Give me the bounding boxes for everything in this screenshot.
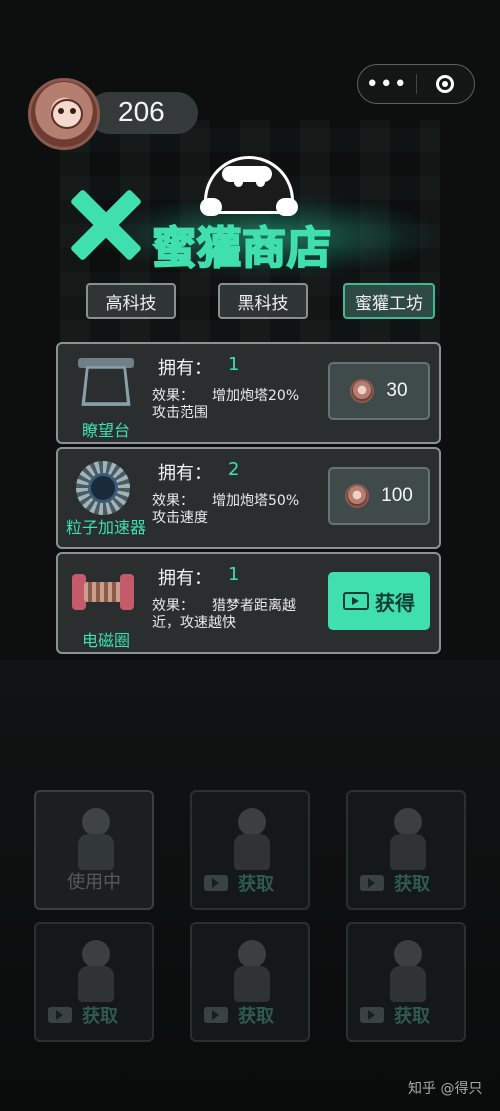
character-status: 获取	[82, 1006, 118, 1027]
effect-line-2: 攻击范围	[152, 405, 208, 421]
shop-item-card: 粒子加速器 拥有： 2 效果： 增加炮塔50% 攻击速度 100	[56, 447, 441, 549]
character-get: 获取	[204, 1002, 274, 1028]
effect-label: 效果：	[152, 388, 194, 404]
shop-item-card: 电磁圈 拥有： 1 效果： 猎梦者距离越 近，攻速越快 获得	[56, 552, 441, 654]
owned-label: 拥有：	[158, 568, 212, 589]
character-status: 获取	[394, 874, 430, 895]
effect-line-2: 近，攻速越快	[152, 615, 236, 631]
character-figure-icon	[230, 940, 274, 1004]
close-shop-button[interactable]	[68, 186, 144, 262]
character-get: 获取	[204, 870, 274, 896]
effect-line-2: 攻击速度	[152, 510, 208, 526]
tab-high-tech[interactable]: 高科技	[86, 283, 176, 319]
watermark: 知乎 @得只	[408, 1081, 483, 1097]
video-icon	[204, 875, 228, 891]
coin-icon	[350, 379, 375, 403]
video-icon	[360, 1007, 384, 1023]
owned-count: 1	[228, 564, 240, 585]
character-figure-icon	[230, 808, 274, 872]
badger-coin-icon	[28, 78, 100, 150]
character-status: 获取	[238, 1006, 274, 1027]
item-effect: 效果： 增加炮塔20% 攻击范围	[152, 388, 322, 422]
owned-label: 拥有：	[158, 463, 212, 484]
effect-label: 效果：	[152, 493, 194, 509]
character-figure-icon	[74, 808, 118, 872]
watch-ad-get-button[interactable]: 获得	[328, 572, 430, 630]
character-cell: 获取	[346, 922, 466, 1042]
miniprogram-capsule: •••	[357, 64, 475, 104]
character-cell: 获取	[34, 922, 154, 1042]
video-icon	[48, 1007, 72, 1023]
effect-line-1: 增加炮塔20%	[212, 388, 300, 404]
shop-item-card: 瞭望台 拥有： 1 效果： 增加炮塔20% 攻击范围 30	[56, 342, 441, 444]
item-effect: 效果： 猎梦者距离越 近，攻速越快	[152, 598, 322, 632]
character-get: 获取	[360, 1002, 430, 1028]
item-effect: 效果： 增加炮塔50% 攻击速度	[152, 493, 322, 527]
character-figure-icon	[74, 940, 118, 1004]
buy-button[interactable]: 100	[328, 467, 430, 525]
video-icon	[360, 875, 384, 891]
character-figure-icon	[386, 940, 430, 1004]
coin-icon	[345, 484, 370, 508]
electromagnetic-coil-icon	[72, 574, 134, 610]
item-name: 粒子加速器	[66, 518, 147, 537]
more-menu-button[interactable]: •••	[358, 72, 416, 97]
effect-line-1: 猎梦者距离越	[212, 598, 296, 614]
price: 30	[386, 380, 408, 401]
owned-count: 1	[228, 354, 240, 375]
target-close-icon	[436, 75, 455, 93]
price: 100	[381, 485, 413, 506]
character-get: 获取	[48, 1002, 118, 1028]
coin-count: 206	[118, 96, 165, 127]
tab-black-tech[interactable]: 黑科技	[218, 283, 308, 319]
tab-badger-workshop[interactable]: 蜜獾工坊	[343, 283, 435, 319]
character-cell: 获取	[190, 790, 310, 910]
character-figure-icon	[386, 808, 430, 872]
particle-accelerator-icon	[76, 461, 130, 515]
effect-label: 效果：	[152, 598, 194, 614]
character-cell: 使用中	[34, 790, 154, 910]
honey-badger-mascot-icon	[200, 156, 298, 218]
video-icon	[204, 1007, 228, 1023]
owned-count: 2	[228, 459, 240, 480]
character-status: 获取	[394, 1006, 430, 1027]
effect-line-1: 增加炮塔50%	[212, 493, 300, 509]
get-label: 获得	[375, 590, 415, 615]
character-cell: 获取	[190, 922, 310, 1042]
character-status: 使用中	[67, 872, 121, 893]
shop-title: 蜜獾商店	[151, 222, 332, 275]
item-name: 瞭望台	[81, 421, 130, 440]
character-status: 获取	[238, 874, 274, 895]
item-name: 电磁圈	[81, 631, 130, 650]
video-icon	[343, 592, 369, 610]
exit-miniprogram-button[interactable]	[416, 75, 474, 93]
character-get: 获取	[360, 870, 430, 896]
character-cell: 获取	[346, 790, 466, 910]
buy-button[interactable]: 30	[328, 362, 430, 420]
watchtower-icon	[78, 358, 134, 410]
more-icon: •••	[365, 71, 408, 97]
owned-label: 拥有：	[158, 358, 212, 379]
